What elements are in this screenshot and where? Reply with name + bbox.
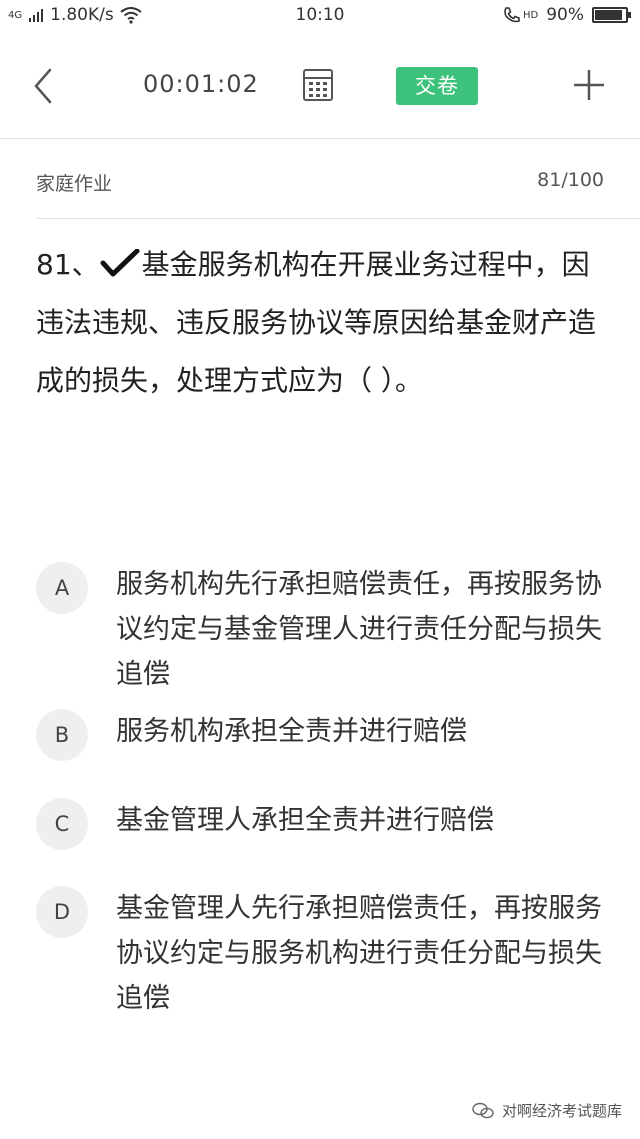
option-letter: C bbox=[36, 798, 88, 850]
answer-sheet-button[interactable] bbox=[302, 68, 334, 102]
section-divider bbox=[36, 218, 640, 219]
option-text: 基金管理人承担全责并进行赔偿 bbox=[116, 805, 494, 836]
option-text: 服务机构先行承担赔偿责任，再按服务协议约定与基金管理人进行责任分配与损失追偿 bbox=[116, 569, 602, 690]
add-button[interactable] bbox=[572, 68, 606, 102]
option-text: 服务机构承担全责并进行赔偿 bbox=[116, 716, 467, 747]
option-letter: B bbox=[36, 709, 88, 761]
hd-indicator: HD bbox=[522, 9, 539, 21]
phone-call-icon bbox=[504, 7, 520, 23]
answer-sheet-icon bbox=[303, 69, 333, 101]
quiz-screen: 4G 1.80K/s 10:10 HD 90% 00:01:02 交卷 家庭作业… bbox=[0, 0, 640, 1139]
status-bar: 4G 1.80K/s 10:10 HD 90% bbox=[0, 0, 640, 36]
battery-icon bbox=[592, 7, 631, 23]
back-button[interactable] bbox=[26, 66, 62, 106]
section-title: 家庭作业 bbox=[36, 173, 113, 195]
question-progress: 81/100 bbox=[537, 169, 604, 191]
checkmark-icon bbox=[100, 249, 140, 277]
toolbar-divider bbox=[0, 138, 640, 139]
question-stem: 81、 基金服务机构在开展业务过程中，因违法违规、违反服务协议等原因给基金财产造… bbox=[36, 236, 616, 410]
battery-fill bbox=[595, 10, 622, 20]
submit-exam-button[interactable]: 交卷 bbox=[396, 67, 478, 105]
question-number: 81、 bbox=[36, 248, 100, 281]
chevron-left-icon bbox=[34, 68, 52, 104]
wechat-icon bbox=[472, 1102, 494, 1118]
toolbar: 00:01:02 交卷 bbox=[0, 48, 640, 126]
watermark-text: 对啊经济考试题库 bbox=[501, 1102, 622, 1120]
status-right: HD 90% bbox=[503, 5, 631, 25]
plus-icon bbox=[574, 70, 604, 100]
option-letter: D bbox=[36, 886, 88, 938]
battery-percent: 90% bbox=[546, 5, 584, 25]
option-letter: A bbox=[36, 562, 88, 614]
exam-timer: 00:01:02 bbox=[143, 70, 259, 98]
watermark: 对啊经济考试题库 bbox=[472, 1100, 622, 1121]
option-text: 基金管理人先行承担赔偿责任，再按服务协议约定与服务机构进行责任分配与损失追偿 bbox=[116, 893, 602, 1014]
